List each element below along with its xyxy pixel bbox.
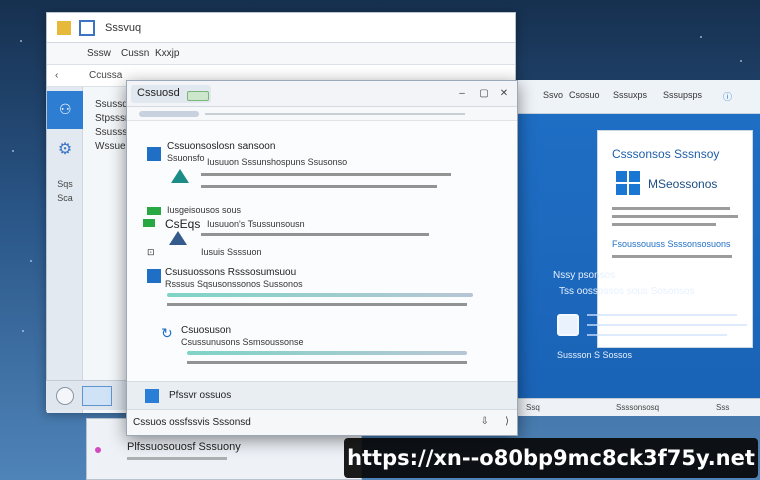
dialog-toolbar: [127, 107, 517, 121]
card-link[interactable]: Fsoussouuss Ssssonsosuons: [612, 239, 731, 249]
start-button[interactable]: [56, 387, 74, 405]
text-line: [201, 233, 429, 236]
back-arrow-icon[interactable]: ‹: [55, 70, 58, 81]
panel-subtitle: Tss oossossos sous Sosonsos: [559, 286, 695, 297]
app-icon: [147, 269, 161, 283]
shield-icon: [557, 314, 579, 336]
header-item-2[interactable]: Csosuo: [569, 90, 600, 100]
status-item-2: Ssssonsosq: [616, 403, 660, 412]
card-logo-text: MSeossonos: [648, 177, 718, 191]
triangle-icon: [169, 231, 187, 245]
triangle-icon: [171, 169, 189, 183]
header-item-4[interactable]: Sssupsps: [663, 90, 702, 100]
header-item-3[interactable]: Sssuxps: [613, 90, 647, 100]
footer-text[interactable]: Pfssvr ossuos: [169, 390, 231, 401]
text-line: [167, 303, 467, 306]
progress-bar: [187, 351, 467, 355]
dialog-content: Cssuonsoslosn sansoon Ssuonsfo Iusuuon S…: [127, 121, 517, 409]
chevron-right-icon[interactable]: ⟩: [505, 416, 509, 427]
explorer-title: Sssvuq: [105, 22, 142, 34]
card-line: [612, 215, 738, 218]
nav-item-2[interactable]: Stpsssr: [95, 113, 128, 124]
nav-item-1[interactable]: Ssussd: [95, 99, 128, 110]
section3-label: Iusuis Ssssuon: [201, 247, 262, 257]
status-item-3: Sss: [716, 403, 730, 412]
settings-statusbar: Ssq Ssssonsosq Sss: [516, 398, 760, 416]
card-line: [612, 255, 732, 258]
section2-title: CsEqs: [165, 217, 201, 231]
section2-label: Iusgeisousos sous: [167, 205, 242, 215]
panel-title: Nssy psonsos: [553, 270, 616, 281]
text-line: [187, 361, 467, 364]
section5-title: Csuosuson: [181, 325, 232, 336]
dialog-titlebar: Cssuosd – ▢ ✕: [127, 81, 517, 107]
panel-line: [587, 324, 747, 326]
card-title: Csssonsos Sssnsoy: [612, 147, 720, 161]
window-icon: [79, 20, 95, 36]
download-icon[interactable]: ⇩: [481, 416, 489, 427]
explorer-titlebar: Sssvuq: [47, 13, 515, 43]
menu-item-3[interactable]: Kxxjp: [155, 48, 179, 59]
dialog-statusbar: Cssuos ossfssvis Sssonsd ⇩ ⟩: [127, 409, 517, 435]
section1-title: Cssuonsoslosn sansoon: [167, 141, 276, 152]
icon-rail: [47, 87, 83, 413]
toolbar-divider: [205, 113, 465, 115]
image-icon: ⊡: [147, 247, 155, 257]
refresh-icon: ↻: [161, 325, 173, 341]
maximize-icon[interactable]: ▢: [475, 85, 493, 103]
dialog-title: Cssuosd: [137, 87, 180, 99]
rail-label-2: Sca: [57, 193, 73, 203]
folder-icon: [57, 21, 71, 35]
toolbar-slider[interactable]: [139, 111, 199, 117]
menu-item-1[interactable]: Sssw: [87, 48, 111, 59]
panel-line: [587, 334, 727, 336]
windows-logo-icon: [616, 171, 640, 195]
rail-label-1: Sqs: [57, 179, 73, 189]
status-item-1: Ssq: [526, 403, 540, 412]
address-text: Ccussa: [89, 70, 123, 81]
section4-title: Csusuossons Rsssosumsuou: [165, 267, 297, 278]
status-text: Cssuos ossfssvis Sssonsd: [133, 417, 251, 428]
title-badge: [187, 91, 209, 101]
nav-item-4[interactable]: Wssuer: [95, 141, 129, 152]
minimize-icon[interactable]: –: [453, 85, 471, 103]
info-icon[interactable]: ⓘ: [723, 90, 732, 103]
text-line: [201, 173, 451, 176]
section2-desc: Iusuuon's Tsussunsousn: [207, 219, 305, 229]
green-status-icon: [147, 207, 161, 215]
section1-subtitle: Ssuonsfo: [167, 153, 205, 163]
panel-line: [587, 314, 737, 316]
taskbar-button[interactable]: [82, 386, 112, 406]
main-dialog: Cssuosd – ▢ ✕ Cssuonsoslosn sansoon Ssuo…: [126, 80, 518, 436]
section1-desc: Iusuuon Sssunshospuns Ssusonso: [207, 157, 348, 167]
text-line: [201, 185, 437, 188]
menu-item-2[interactable]: Cussn: [121, 48, 149, 59]
close-icon[interactable]: ✕: [495, 85, 513, 103]
settings-header: ◉ Ssvo Csosuo Sssuxps Sssupsps ⓘ: [487, 80, 760, 114]
status-dot-icon: [95, 447, 101, 453]
watermark-url: https://xn--o80bp9mc8ck3f75y.net: [344, 438, 758, 478]
green-tag-icon: [143, 219, 155, 227]
explorer-menu: Sssw Cussn Kxxjp: [47, 43, 515, 65]
settings-icon: ⚙: [57, 141, 73, 158]
header-item-1[interactable]: Ssvo: [543, 90, 563, 100]
section4-subtitle: Rsssus Sqsusonssonos Sussonos: [165, 279, 303, 289]
footer-app-icon: [145, 389, 159, 403]
lower-window-title: Plfssuosouosf Sssuony: [127, 441, 241, 453]
card-line: [612, 207, 730, 210]
progress-bar: [167, 293, 473, 297]
section5-subtitle: Csussunusons Ssmsoussonse: [181, 337, 304, 347]
lower-window-line: [127, 457, 227, 460]
rail-item-2[interactable]: ⚙: [47, 139, 83, 159]
rail-item-active[interactable]: ⚇: [47, 91, 83, 129]
settings-window: ◉ Ssvo Csosuo Sssuxps Sssupsps ⓘ Csssons…: [486, 80, 760, 410]
dialog-footer: Pfssvr ossuos: [127, 381, 517, 409]
app-icon: [147, 147, 161, 161]
panel-button[interactable]: Sussson S Sossos: [557, 350, 632, 360]
network-icon: ⚇: [59, 101, 72, 117]
card-line: [612, 223, 716, 226]
